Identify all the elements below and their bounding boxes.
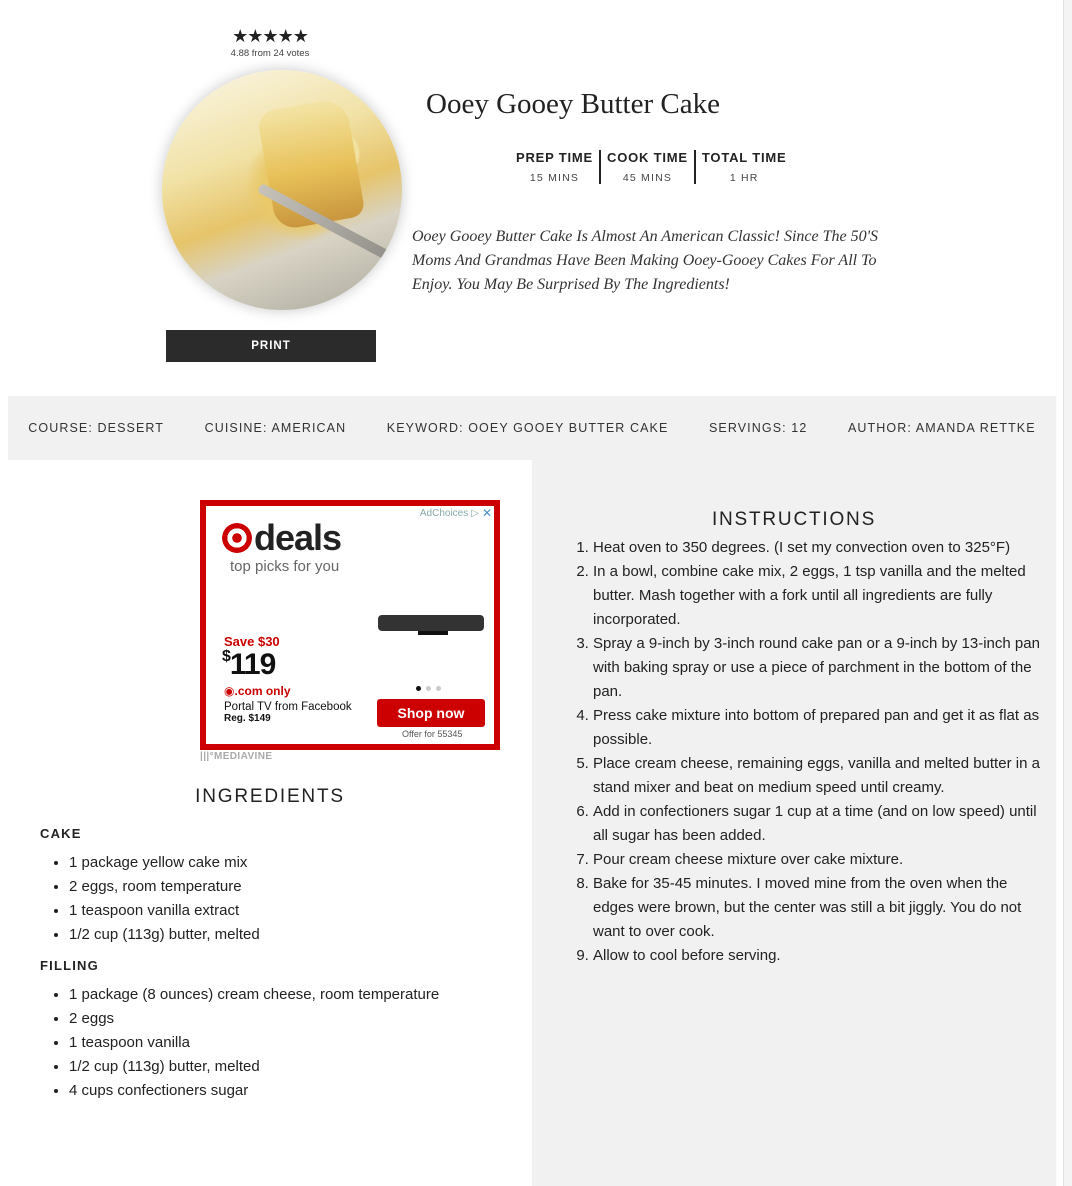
instruction-step: Add in confectioners sugar 1 cup at a ti… — [593, 800, 1048, 848]
ingredient-item: 1/2 cup (113g) butter, melted — [69, 1055, 439, 1079]
ad-price: $119 — [222, 648, 276, 682]
ad-logo[interactable]: deals — [222, 517, 342, 558]
mediavine-logo: |||°MEDIAVINE — [200, 751, 272, 762]
total-time: TOTAL TIME 1 HR — [693, 150, 793, 184]
instruction-step: Heat oven to 350 degrees. (I set my conv… — [593, 536, 1048, 560]
instructions-heading: INSTRUCTIONS — [711, 509, 877, 530]
ingredient-item: 1 package (8 ounces) cream cheese, room … — [69, 983, 439, 1007]
meta-author: AUTHOR: AMANDA RETTKE — [847, 421, 1036, 435]
scrollbar[interactable] — [1063, 0, 1072, 1186]
ad-dotcom: ◉.com only — [224, 684, 291, 698]
total-time-value: 1 HR — [729, 172, 759, 184]
ad-price-amount: 119 — [229, 648, 276, 681]
ingredient-list-cake: 1 package yellow cake mix 2 eggs, room t… — [49, 851, 260, 947]
meta-cuisine: CUISINE: AMERICAN — [204, 421, 347, 435]
ingredient-item: 1 package yellow cake mix — [69, 851, 260, 875]
instruction-step: Press cake mixture into bottom of prepar… — [593, 704, 1048, 752]
shop-now-button[interactable]: Shop now — [377, 699, 485, 727]
recipe-title: Ooey Gooey Butter Cake — [426, 88, 720, 120]
instruction-step: Allow to cool before serving. — [593, 944, 1048, 968]
adchoices[interactable]: AdChoices ▷ ✕ — [420, 506, 492, 520]
instructions-panel: INSTRUCTIONS Heat oven to 350 degrees. (… — [532, 460, 1056, 1186]
carousel-dots[interactable] — [416, 686, 441, 691]
carousel-dot[interactable] — [436, 686, 441, 691]
recipe-times: PREP TIME 15 MINS COOK TIME 45 MINS TOTA… — [510, 150, 792, 184]
cook-time: COOK TIME 45 MINS — [599, 150, 694, 184]
ad-offer: Offer for 55345 — [402, 729, 463, 739]
ad-dotcom-text: .com only — [234, 684, 291, 698]
recipe-meta-bar: COURSE: DESSERT CUISINE: AMERICAN KEYWOR… — [8, 396, 1056, 460]
ingredients-heading: INGREDIENTS — [195, 786, 345, 807]
meta-course: COURSE: DESSERT — [28, 421, 165, 435]
advertisement[interactable]: AdChoices ▷ ✕ deals top picks for you Sa… — [200, 500, 500, 750]
total-time-label: TOTAL TIME — [701, 150, 787, 165]
ad-price-symbol: $ — [222, 648, 231, 665]
recipe-summary: Ooey Gooey Butter Cake Is Almost An Amer… — [412, 228, 879, 293]
prep-time-value: 15 MINS — [529, 172, 580, 184]
meta-keyword: KEYWORD: OOEY GOOEY BUTTER CAKE — [386, 421, 669, 435]
meta-servings[interactable]: SERVINGS: 12 — [709, 421, 807, 435]
ad-tagline: top picks for you — [230, 558, 340, 575]
ad-content[interactable]: AdChoices ▷ ✕ deals top picks for you Sa… — [206, 506, 494, 744]
ingredient-list-filling: 1 package (8 ounces) cream cheese, room … — [49, 983, 439, 1103]
ingredient-item: 2 eggs — [69, 1007, 439, 1031]
cook-time-value: 45 MINS — [622, 172, 673, 184]
prep-time: PREP TIME 15 MINS — [510, 150, 599, 184]
close-icon[interactable]: ✕ — [482, 506, 492, 520]
rating[interactable]: ★★★★★ 4.88 from 24 votes — [170, 26, 370, 59]
ingredient-group-cake: CAKE — [40, 826, 82, 841]
carousel-dot[interactable] — [426, 686, 431, 691]
ingredient-item: 4 cups confectioners sugar — [69, 1079, 439, 1103]
target-bullseye-icon — [222, 523, 252, 553]
adchoices-play-icon[interactable]: ▷ — [471, 508, 479, 519]
ingredient-item: 1/2 cup (113g) butter, melted — [69, 923, 260, 947]
ingredient-group-filling: FILLING — [40, 958, 99, 973]
mediavine-label: MEDIAVINE — [214, 751, 273, 762]
cook-time-label: COOK TIME — [607, 150, 688, 165]
ad-brand: deals — [254, 517, 342, 558]
ad-product-name: Portal TV from Facebook — [224, 701, 352, 713]
prep-time-label: PREP TIME — [516, 150, 594, 165]
carousel-dot[interactable] — [416, 686, 421, 691]
adchoices-label[interactable]: AdChoices — [420, 508, 468, 519]
product-image[interactable] — [378, 615, 484, 635]
rating-votes: 4.88 from 24 votes — [230, 48, 310, 59]
print-button[interactable]: PRINT — [166, 330, 376, 362]
mediavine-icon: |||° — [200, 751, 214, 762]
ingredient-item: 1 teaspoon vanilla — [69, 1031, 439, 1055]
instruction-step: Place cream cheese, remaining eggs, vani… — [593, 752, 1048, 800]
ad-save: Save $30 — [224, 634, 280, 649]
instruction-step: Spray a 9-inch by 3-inch round cake pan … — [593, 632, 1048, 704]
instruction-step: In a bowl, combine cake mix, 2 eggs, 1 t… — [593, 560, 1048, 632]
target-small-icon: ◉ — [224, 684, 235, 698]
instruction-step: Pour cream cheese mixture over cake mixt… — [593, 848, 1048, 872]
instructions-list: Heat oven to 350 degrees. (I set my conv… — [572, 536, 1048, 968]
ingredient-item: 1 teaspoon vanilla extract — [69, 899, 260, 923]
rating-stars[interactable]: ★★★★★ — [170, 26, 370, 46]
ad-regular-price: Reg. $149 — [224, 713, 271, 724]
recipe-photo — [162, 70, 402, 310]
ingredient-item: 2 eggs, room temperature — [69, 875, 260, 899]
instruction-step: Bake for 35-45 minutes. I moved mine fro… — [593, 872, 1048, 944]
